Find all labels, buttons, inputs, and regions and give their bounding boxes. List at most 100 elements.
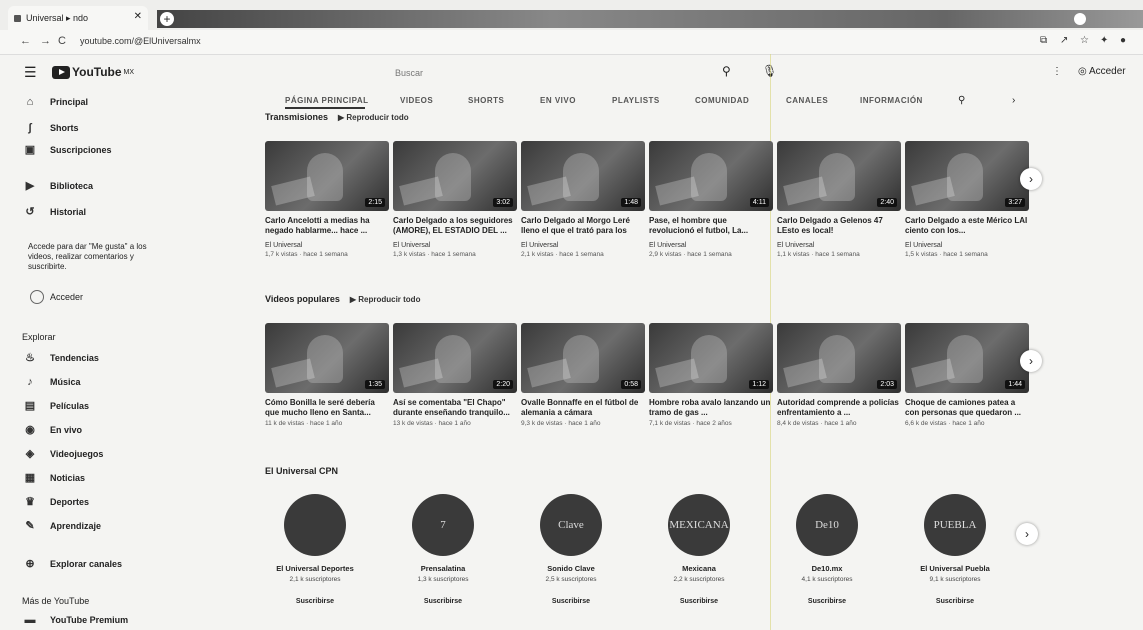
sidebar-item-library[interactable]: ▶ Biblioteca bbox=[24, 180, 93, 192]
menu-icon[interactable]: ☰ bbox=[24, 64, 37, 81]
sidebar-item-shorts[interactable]: ʃ Shorts bbox=[24, 122, 78, 134]
channel-avatar[interactable]: Clave bbox=[540, 494, 602, 556]
extension-icon[interactable]: ⧉ bbox=[1040, 35, 1047, 46]
video-thumbnail[interactable]: 2:40 bbox=[777, 141, 901, 211]
subscribe-button[interactable]: Suscribirse bbox=[634, 598, 764, 605]
channel-avatar[interactable]: MEXICANA bbox=[668, 494, 730, 556]
tab-6[interactable]: CANALES bbox=[786, 96, 828, 105]
subscribe-button[interactable]: Suscribirse bbox=[890, 598, 1020, 605]
tab-4[interactable]: PLAYLISTS bbox=[612, 96, 660, 105]
video-thumbnail[interactable]: 3:27 bbox=[905, 141, 1029, 211]
video-title[interactable]: Carlo Ancelotti a medias ha negado habla… bbox=[265, 216, 389, 236]
video-thumbnail[interactable]: 1:35 bbox=[265, 323, 389, 393]
video-title[interactable]: Autoridad comprende a policías enfrentam… bbox=[777, 398, 901, 418]
search-input[interactable]: Buscar bbox=[385, 62, 705, 84]
tabs-next-icon[interactable]: › bbox=[1012, 95, 1015, 106]
sidebar-item-news[interactable]: ▦ Noticias bbox=[24, 472, 85, 484]
reload-icon[interactable]: C bbox=[58, 35, 66, 47]
channel-search-icon[interactable]: ⚲ bbox=[958, 95, 965, 106]
youtube-logo[interactable]: YouTube MX bbox=[52, 65, 134, 79]
sidebar-item-learning[interactable]: ✎ Aprendizaje bbox=[24, 520, 101, 532]
video-title[interactable]: Ovalle Bonnaffe en el fútbol de alemania… bbox=[521, 398, 645, 418]
video-thumbnail[interactable]: 1:12 bbox=[649, 323, 773, 393]
channel-name[interactable]: El Universal Deportes bbox=[250, 564, 380, 573]
tab-3[interactable]: EN VIVO bbox=[540, 96, 576, 105]
tab-0[interactable]: PÁGINA PRINCIPAL bbox=[285, 96, 369, 105]
video-title[interactable]: Cómo Bonilla le seré debería que mucho l… bbox=[265, 398, 389, 418]
channel-avatar[interactable]: 7 bbox=[412, 494, 474, 556]
video-channel[interactable]: El Universal bbox=[905, 242, 1029, 249]
video-card[interactable]: 1:44 Choque de camiones patea a con perso… bbox=[905, 323, 1029, 427]
new-tab-button[interactable]: + bbox=[160, 12, 174, 26]
back-icon[interactable]: ← bbox=[20, 35, 31, 47]
search-icon[interactable]: ⚲ bbox=[722, 64, 731, 78]
video-title[interactable]: Carlo Delgado a este Mérico LAI ciento c… bbox=[905, 216, 1029, 236]
more-options-icon[interactable]: ⋮ bbox=[1052, 66, 1062, 77]
video-title[interactable]: Pase, el hombre que revolucionó el futbo… bbox=[649, 216, 773, 236]
share-icon[interactable]: ↗ bbox=[1060, 35, 1068, 46]
play-all-button[interactable]: ▶ Reproducir todo bbox=[338, 113, 409, 122]
video-channel[interactable]: El Universal bbox=[521, 242, 645, 249]
video-card[interactable]: 0:58 Ovalle Bonnaffe en el fútbol de alem… bbox=[521, 323, 645, 427]
video-title[interactable]: Choque de camiones patea a con personas … bbox=[905, 398, 1029, 418]
bookmark-icon[interactable]: ☆ bbox=[1080, 35, 1089, 46]
forward-icon[interactable]: → bbox=[40, 35, 51, 47]
sidebar-item-movies[interactable]: ▤ Películas bbox=[24, 400, 89, 412]
channel-avatar[interactable] bbox=[284, 494, 346, 556]
sidebar-item-music[interactable]: ♪ Música bbox=[24, 376, 80, 388]
video-card[interactable]: 1:12 Hombre roba avalo lanzando un tramo … bbox=[649, 323, 773, 427]
video-thumbnail[interactable]: 2:03 bbox=[777, 323, 901, 393]
subscribe-button[interactable]: Suscribirse bbox=[378, 598, 508, 605]
sidebar-item-browse-channels[interactable]: ⊕ Explorar canales bbox=[24, 558, 122, 570]
shelf-next-arrow[interactable]: › bbox=[1020, 350, 1042, 372]
tab-1[interactable]: VIDEOS bbox=[400, 96, 433, 105]
video-channel[interactable]: El Universal bbox=[777, 242, 901, 249]
video-thumbnail[interactable]: 0:58 bbox=[521, 323, 645, 393]
video-card[interactable]: 2:15 Carlo Ancelotti a medias ha negado h… bbox=[265, 141, 389, 258]
video-thumbnail[interactable]: 3:02 bbox=[393, 141, 517, 211]
channel-card[interactable]: Clave Sonido Clave 2,5 k suscriptores Suscr… bbox=[506, 494, 636, 605]
video-thumbnail[interactable]: 1:48 bbox=[521, 141, 645, 211]
sidebar-item-trending[interactable]: ♨ Tendencias bbox=[24, 352, 99, 364]
channel-avatar[interactable]: De10 bbox=[796, 494, 858, 556]
video-title[interactable]: Carlo Delgado a los seguidores (AMORE), … bbox=[393, 216, 517, 236]
channel-card[interactable]: MEXICANA Mexicana 2,2 k suscriptores Suscri… bbox=[634, 494, 764, 605]
close-tab-icon[interactable]: ✕ bbox=[134, 11, 142, 22]
sidebar-item-premium[interactable]: ▬ YouTube Premium bbox=[24, 614, 129, 626]
sidebar-item-subscriptions[interactable]: ▣ Suscripciones bbox=[24, 144, 112, 156]
extensions-puzzle-icon[interactable]: ✦ bbox=[1100, 35, 1108, 46]
profile-icon[interactable] bbox=[1074, 13, 1086, 25]
channel-card[interactable]: De10 De10.mx 4,1 k suscriptores Suscribirse bbox=[762, 494, 892, 605]
video-card[interactable]: 3:27 Carlo Delgado a este Mérico LAI cien… bbox=[905, 141, 1029, 258]
video-card[interactable]: 3:02 Carlo Delgado a los seguidores (AMOR… bbox=[393, 141, 517, 258]
video-card[interactable]: 4:11 Pase, el hombre que revolucionó el f… bbox=[649, 141, 773, 258]
video-title[interactable]: Carlo Delgado al Morgo Leré lleno el que… bbox=[521, 216, 645, 236]
subscribe-button[interactable]: Suscribirse bbox=[762, 598, 892, 605]
tab-2[interactable]: SHORTS bbox=[468, 96, 504, 105]
channel-name[interactable]: De10.mx bbox=[762, 564, 892, 573]
video-title[interactable]: Así se comentaba "El Chapo" durante ense… bbox=[393, 398, 517, 418]
sidebar-signin-button[interactable]: Acceder bbox=[30, 290, 83, 304]
video-thumbnail[interactable]: 1:44 bbox=[905, 323, 1029, 393]
video-channel[interactable]: El Universal bbox=[649, 242, 773, 249]
sidebar-item-history[interactable]: ↺ Historial bbox=[24, 206, 86, 218]
sidebar-item-live[interactable]: ◉ En vivo bbox=[24, 424, 82, 436]
video-thumbnail[interactable]: 2:15 bbox=[265, 141, 389, 211]
channel-name[interactable]: Prensalatina bbox=[378, 564, 508, 573]
video-title[interactable]: Carlo Delgado a Gelenos 47 LEsto es loca… bbox=[777, 216, 901, 236]
sidebar-item-gaming[interactable]: ◈ Videojuegos bbox=[24, 448, 104, 460]
tab-7[interactable]: INFORMACIÓN bbox=[860, 96, 923, 105]
sidebar-item-home[interactable]: ⌂ Principal bbox=[24, 96, 88, 108]
channel-card[interactable]: El Universal Deportes 2,1 k suscriptores S… bbox=[250, 494, 380, 605]
video-thumbnail[interactable]: 2:20 bbox=[393, 323, 517, 393]
video-card[interactable]: 2:20 Así se comentaba "El Chapo" durante … bbox=[393, 323, 517, 427]
channels-next-arrow[interactable]: › bbox=[1016, 523, 1038, 545]
video-card[interactable]: 2:40 Carlo Delgado a Gelenos 47 LEsto es … bbox=[777, 141, 901, 258]
channel-card[interactable]: 7 Prensalatina 1,3 k suscriptores Suscribir… bbox=[378, 494, 508, 605]
play-all-button[interactable]: ▶ Reproducir todo bbox=[350, 295, 421, 304]
video-title[interactable]: Hombre roba avalo lanzando un tramo de g… bbox=[649, 398, 773, 418]
video-card[interactable]: 1:35 Cómo Bonilla le seré debería que muc… bbox=[265, 323, 389, 427]
video-channel[interactable]: El Universal bbox=[393, 242, 517, 249]
video-thumbnail[interactable]: 4:11 bbox=[649, 141, 773, 211]
browser-tab[interactable]: Universal ▸ ndo ✕ bbox=[8, 6, 148, 30]
